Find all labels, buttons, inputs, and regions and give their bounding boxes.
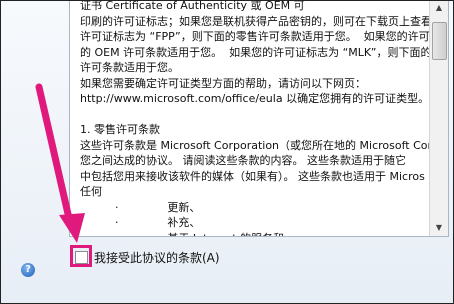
arrow-shaft xyxy=(35,83,75,231)
license-dialog: 证书 Certificate of Authenticity 或 OEM 可印刷… xyxy=(0,0,454,304)
arrow-head xyxy=(59,213,85,243)
annotation-arrow xyxy=(35,83,85,243)
